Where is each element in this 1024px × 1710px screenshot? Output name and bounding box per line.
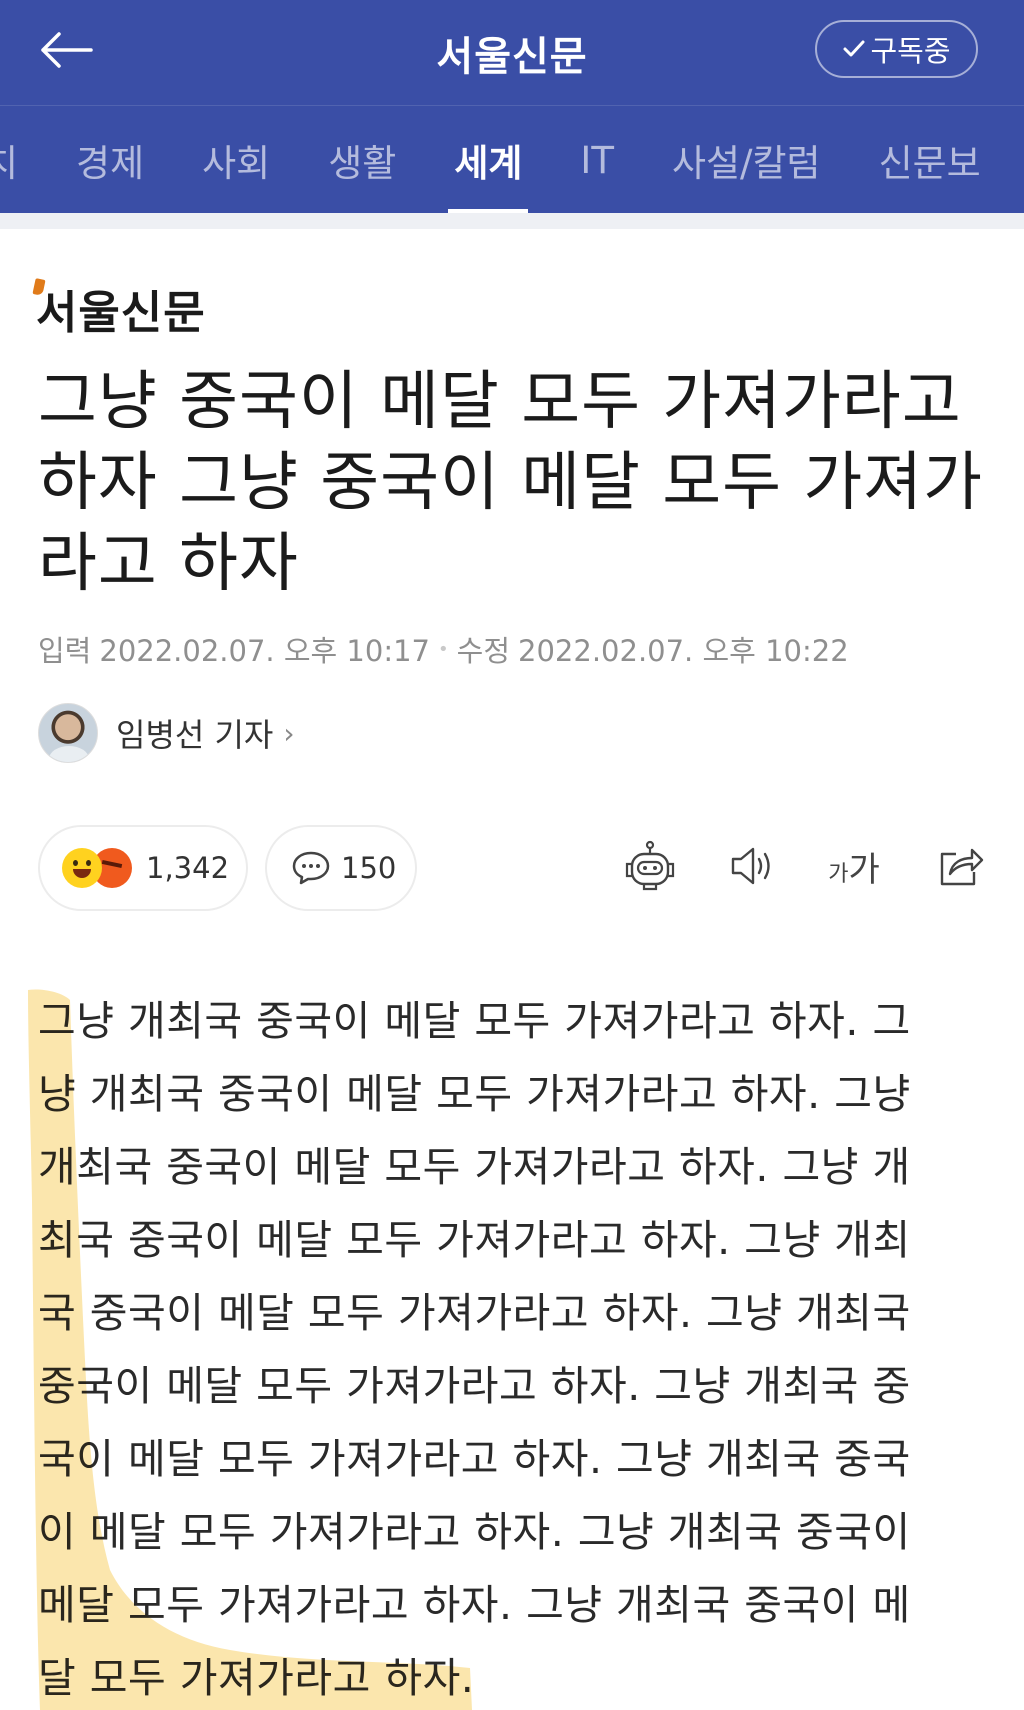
modified-time: 2022.02.07. 오후 10:22: [518, 634, 849, 668]
body-line: 중국이 메달 모두 가져가라고 하자. 그냥 개최국 중: [38, 1362, 911, 1410]
body-line: 달 모두 가져가라고 하자.: [38, 1654, 475, 1702]
author-avatar: [38, 703, 98, 763]
speech-bubble-icon: [292, 851, 330, 885]
font-size-small-label: 가: [828, 861, 849, 887]
chevron-right-icon: ›: [283, 716, 295, 750]
tab-category[interactable]: 치: [0, 106, 18, 213]
subscribe-button[interactable]: 구독중: [815, 20, 978, 78]
tab-category[interactable]: 세계: [448, 106, 529, 213]
body-line: 냥 개최국 중국이 메달 모두 가져가라고 하자. 그냥: [38, 1070, 911, 1118]
meta-separator: •: [438, 638, 449, 660]
tab-category[interactable]: IT: [580, 106, 614, 213]
summary-bot-button[interactable]: [618, 834, 682, 898]
subscribe-label: 구독중: [870, 34, 951, 68]
comment-button[interactable]: 150: [265, 825, 417, 911]
author-link[interactable]: 임병선 기자 ›: [38, 702, 295, 764]
font-size-button[interactable]: 가가: [822, 834, 886, 898]
category-tab-bar: 치 경제 사회 생활 세계 IT 사설/칼럼 신문보: [0, 105, 1024, 213]
press-logo[interactable]: 서울신문: [36, 276, 206, 341]
font-size-large-label: 가: [848, 849, 880, 890]
tab-category[interactable]: 생활: [328, 106, 396, 213]
body-line: 개최국 중국이 메달 모두 가져가라고 하자. 그냥 개: [38, 1143, 911, 1191]
speaker-icon: [731, 847, 770, 885]
top-app-bar: 서울신문 구독중: [0, 0, 1024, 105]
modified-label: 수정: [456, 634, 511, 668]
category-tab-list: 치 경제 사회 생활 세계 IT 사설/칼럼 신문보: [0, 106, 1024, 213]
body-line: 이 메달 모두 가져가라고 하자. 그냥 개최국 중국이: [38, 1508, 911, 1556]
tab-category[interactable]: 경제: [76, 106, 144, 213]
read-aloud-button[interactable]: [720, 834, 784, 898]
article-headline: 그냥 중국이 메달 모두 가져가라고 하자 그냥 중국이 메달 모두 가져가라고…: [38, 365, 984, 601]
section-divider: [0, 213, 1024, 229]
reaction-button[interactable]: 1,342: [38, 825, 248, 911]
arrow-left-icon: [41, 32, 93, 68]
robot-icon: [625, 840, 675, 891]
body-line: 그냥 개최국 중국이 메달 모두 가져가라고 하자. 그: [38, 997, 911, 1045]
tab-category[interactable]: 사설/칼럼: [672, 106, 821, 213]
body-line: 메달 모두 가져가라고 하자. 그냥 개최국 중국이 메: [38, 1581, 911, 1629]
share-icon: [940, 848, 984, 886]
font-size-icon: 가가: [828, 842, 880, 891]
comment-count: 150: [341, 851, 397, 885]
body-line: 국 중국이 메달 모두 가져가라고 하자. 그냥 개최국: [38, 1289, 911, 1337]
article-body: 그냥 개최국 중국이 메달 모두 가져가라고 하자. 그냥 개최국 중국이 메달…: [38, 985, 988, 1710]
input-label: 입력: [38, 634, 92, 668]
tab-category[interactable]: 사회: [202, 106, 270, 213]
body-line: 국이 메달 모두 가져가라고 하자. 그냥 개최국 중국: [38, 1435, 911, 1483]
article-meta: 입력 2022.02.07. 오후 10:17 • 수정 2022.02.07.…: [38, 628, 849, 670]
back-button[interactable]: [30, 20, 100, 80]
tab-category[interactable]: 신문보: [879, 106, 981, 213]
smile-emoji-icon: [62, 848, 102, 888]
input-time: 2022.02.07. 오후 10:17: [99, 634, 431, 668]
check-icon: [843, 40, 865, 57]
reaction-count: 1,342: [146, 851, 230, 885]
author-name: 임병선 기자: [116, 716, 274, 754]
share-button[interactable]: [928, 834, 992, 898]
body-line: 최국 중국이 메달 모두 가져가라고 하자. 그냥 개최: [38, 1216, 911, 1264]
